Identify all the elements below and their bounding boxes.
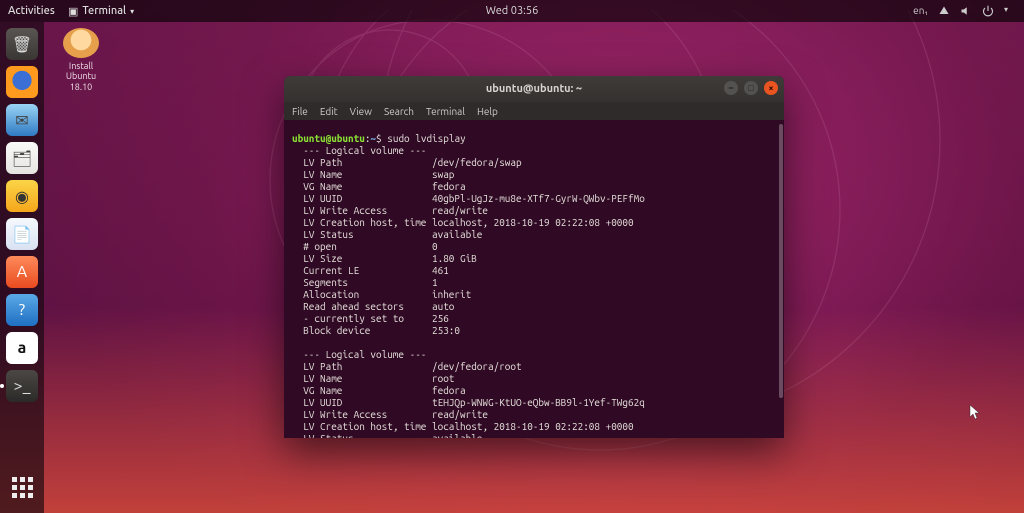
prompt-symbol: $: [376, 133, 382, 144]
command-text: sudo lvdisplay: [387, 133, 465, 144]
menu-terminal[interactable]: Terminal: [426, 106, 465, 117]
prompt-userhost: ubuntu@ubuntu: [292, 133, 365, 144]
terminal-menu-icon: ▣: [68, 5, 78, 18]
window-close-button[interactable]: ×: [764, 81, 778, 95]
dock-libreoffice-writer[interactable]: 📄: [6, 218, 38, 250]
chevron-down-icon: ▾: [130, 7, 134, 16]
mouse-pointer-icon: [969, 404, 981, 420]
dock-terminal[interactable]: >_: [6, 370, 38, 402]
dock-files[interactable]: 🗂: [6, 142, 38, 174]
lvdisplay-output: --- Logical volume --- LV Path /dev/fedo…: [292, 145, 776, 438]
desktop-install-ubuntu-icon[interactable]: Install Ubuntu 18.10: [56, 28, 106, 92]
power-icon: [982, 5, 994, 17]
show-applications-button[interactable]: [0, 467, 44, 507]
menu-view[interactable]: View: [350, 106, 372, 117]
dock-help[interactable]: ?: [6, 294, 38, 326]
dock: 🗑 ✉ 🗂 ◉ 📄 A ? a >_: [0, 22, 44, 513]
menu-search[interactable]: Search: [384, 106, 414, 117]
network-icon: [938, 5, 950, 17]
window-title: ubuntu@ubuntu: ~: [486, 83, 582, 95]
window-maximize-button[interactable]: □: [744, 81, 758, 95]
dock-amazon[interactable]: a: [6, 332, 38, 364]
menu-edit[interactable]: Edit: [320, 106, 338, 117]
terminal-menubar: File Edit View Search Terminal Help: [284, 102, 784, 120]
dock-software[interactable]: A: [6, 256, 38, 288]
install-disc-icon: [63, 28, 99, 58]
terminal-window: ubuntu@ubuntu: ~ – □ × File Edit View Se…: [284, 76, 784, 438]
window-titlebar[interactable]: ubuntu@ubuntu: ~ – □ ×: [284, 76, 784, 102]
menu-file[interactable]: File: [292, 106, 308, 117]
dock-trash[interactable]: 🗑: [6, 28, 38, 60]
app-menu-label: Terminal: [82, 5, 126, 17]
activities-button[interactable]: Activities ▣ Terminal ▾: [8, 5, 134, 18]
activities-label: Activities: [8, 5, 55, 17]
volume-icon: [960, 5, 972, 17]
dock-firefox[interactable]: [6, 66, 38, 98]
system-status-area[interactable]: en₁ ▾: [913, 5, 1016, 17]
terminal-scrollbar[interactable]: [779, 124, 783, 398]
dock-thunderbird[interactable]: ✉: [6, 104, 38, 136]
apps-grid-icon: [12, 477, 33, 498]
chevron-down-icon: ▾: [1004, 5, 1016, 17]
window-minimize-button[interactable]: –: [724, 81, 738, 95]
clock[interactable]: Wed 03:56: [486, 5, 539, 17]
install-ubuntu-label: Install Ubuntu 18.10: [56, 61, 106, 92]
input-source-indicator[interactable]: en₁: [913, 5, 928, 17]
menu-help[interactable]: Help: [477, 106, 498, 117]
terminal-body[interactable]: ubuntu@ubuntu:~$ sudo lvdisplay --- Logi…: [284, 120, 784, 438]
dock-rhythmbox[interactable]: ◉: [6, 180, 38, 212]
top-panel: Activities ▣ Terminal ▾ Wed 03:56 en₁ ▾: [0, 0, 1024, 22]
